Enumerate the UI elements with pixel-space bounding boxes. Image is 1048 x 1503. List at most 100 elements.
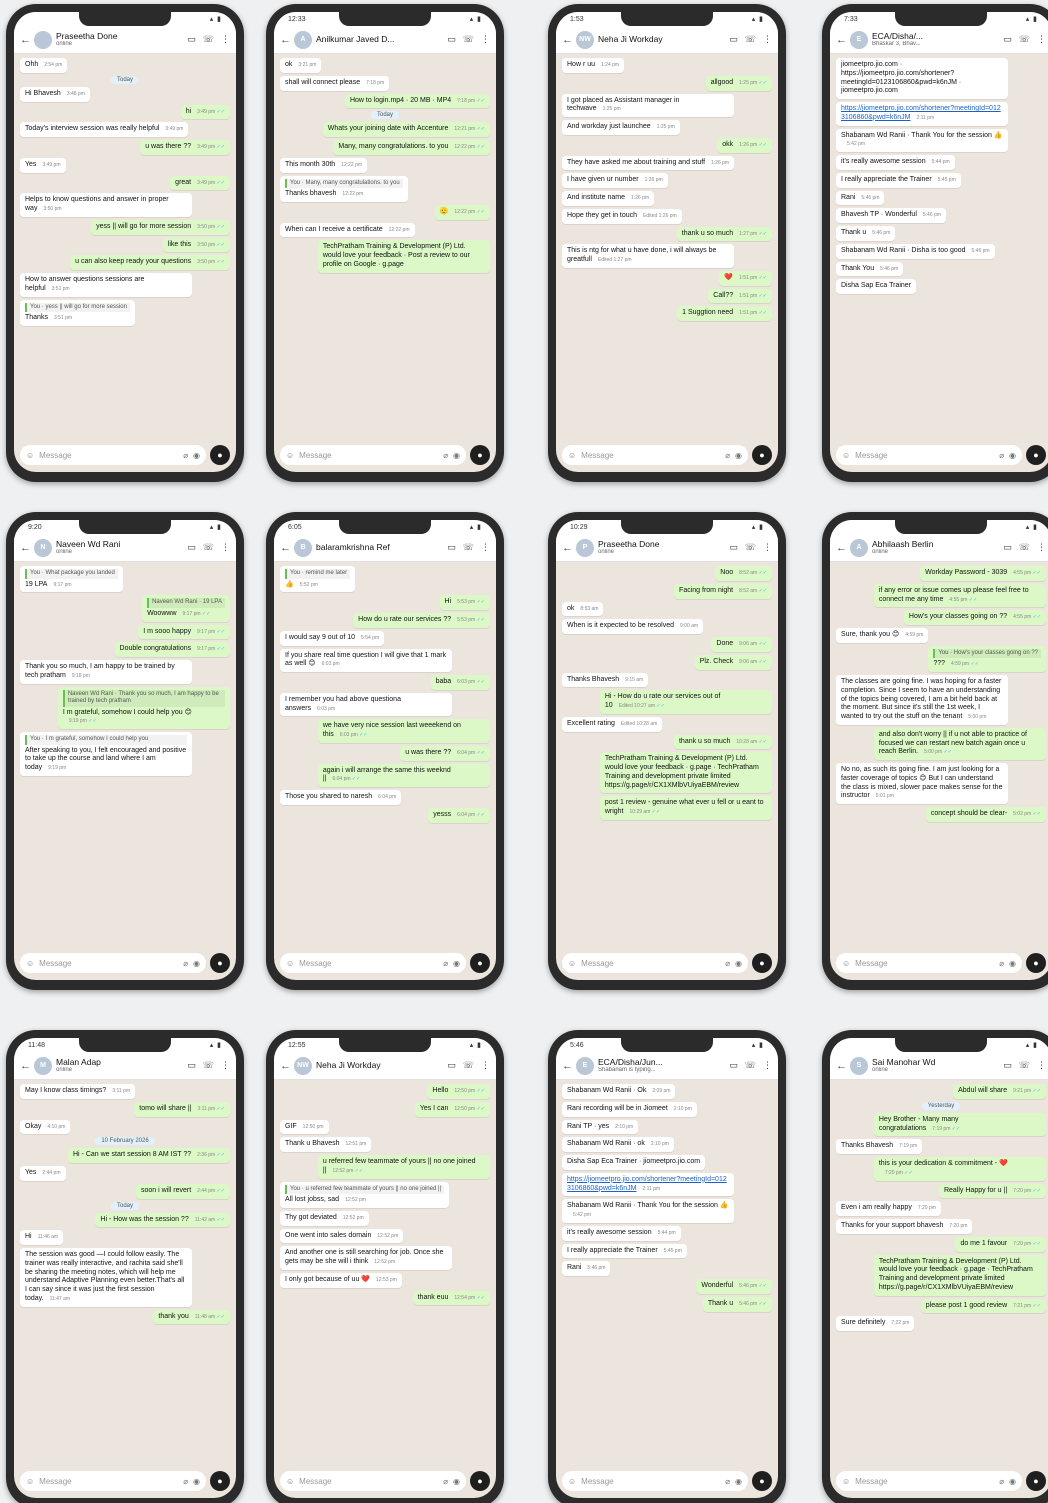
outgoing-message[interactable]: How do u rate our services ?? 5:53 pm bbox=[353, 613, 490, 628]
mic-icon[interactable]: ● bbox=[470, 445, 490, 465]
attach-icon[interactable]: ⌀ bbox=[999, 1477, 1004, 1486]
camera-icon[interactable]: ◉ bbox=[193, 959, 200, 968]
outgoing-message[interactable]: Hi - How was the session ?? 11:42 am bbox=[95, 1212, 230, 1228]
emoji-icon[interactable]: ☺ bbox=[842, 451, 850, 460]
back-arrow-icon[interactable]: ← bbox=[280, 34, 291, 46]
quoted-reply[interactable]: You · I m grateful, somehow I could help… bbox=[25, 735, 188, 745]
contact-info[interactable]: Neha Ji Workday bbox=[316, 1061, 443, 1070]
mic-icon[interactable]: ● bbox=[1026, 1471, 1046, 1491]
attach-icon[interactable]: ⌀ bbox=[725, 1477, 730, 1486]
quoted-reply[interactable]: You · u referred few teammate of yours |… bbox=[285, 1184, 445, 1194]
incoming-message[interactable]: jiomeetpro.jio.com · https://jiomeetpro.… bbox=[836, 58, 1009, 99]
incoming-message[interactable]: And institute name 1:26 pm bbox=[562, 191, 655, 206]
back-arrow-icon[interactable]: ← bbox=[20, 1060, 31, 1072]
outgoing-message[interactable]: u referred few teammate of yours || no o… bbox=[317, 1155, 490, 1179]
back-arrow-icon[interactable]: ← bbox=[280, 542, 291, 554]
phone-call-icon[interactable]: ☏ bbox=[745, 34, 756, 45]
avatar[interactable] bbox=[34, 30, 52, 49]
mic-icon[interactable]: ● bbox=[1026, 445, 1046, 465]
avatar[interactable]: B bbox=[294, 538, 312, 557]
outgoing-message[interactable]: yess || will go for more session 3:50 pm bbox=[91, 219, 230, 235]
incoming-message[interactable]: Thanks Bhavesh 9:15 am bbox=[562, 672, 649, 688]
phone-call-icon[interactable]: ☏ bbox=[1019, 1060, 1030, 1071]
incoming-message[interactable]: https://jiomeetpro.jio.com/shortener?mee… bbox=[562, 1172, 735, 1197]
incoming-message[interactable]: Thank u 5:46 pm bbox=[836, 226, 896, 241]
incoming-message[interactable]: Yes 3:49 pm bbox=[20, 157, 66, 173]
camera-icon[interactable]: ◉ bbox=[453, 1477, 460, 1486]
outgoing-message[interactable]: Double congratulations 9:17 pm bbox=[114, 642, 230, 657]
video-call-icon[interactable]: ▭ bbox=[447, 34, 456, 45]
incoming-message[interactable]: it's really awesome session 5:44 pm bbox=[562, 1225, 681, 1241]
attach-icon[interactable]: ⌀ bbox=[183, 1477, 188, 1486]
mic-icon[interactable]: ● bbox=[210, 953, 230, 973]
avatar[interactable]: P bbox=[576, 538, 594, 557]
outgoing-message[interactable]: like this 3:50 pm bbox=[162, 237, 230, 253]
outgoing-message[interactable]: Naveen Wd Rani · 19 LPA Woowww 9:17 pm bbox=[142, 595, 230, 622]
mic-icon[interactable]: ● bbox=[210, 445, 230, 465]
outgoing-message[interactable]: concept should be clear- 5:02 pm bbox=[925, 807, 1046, 822]
incoming-message[interactable]: ok 3:21 pm bbox=[280, 58, 322, 73]
camera-icon[interactable]: ◉ bbox=[453, 451, 460, 460]
outgoing-message[interactable]: do me 1 favour 7:20 pm bbox=[955, 1236, 1046, 1252]
camera-icon[interactable]: ◉ bbox=[735, 959, 742, 968]
video-call-icon[interactable]: ▭ bbox=[729, 1060, 738, 1071]
more-options-icon[interactable]: ⋮ bbox=[763, 1060, 772, 1071]
back-arrow-icon[interactable]: ← bbox=[562, 34, 573, 46]
incoming-message[interactable]: You · Many, many congratulations. to you… bbox=[280, 175, 408, 202]
mic-icon[interactable]: ● bbox=[1026, 953, 1046, 973]
incoming-message[interactable]: Bhavesh TP · Wonderful 5:46 pm bbox=[836, 208, 946, 223]
outgoing-message[interactable]: allgood 1:25 pm bbox=[705, 75, 772, 91]
avatar[interactable]: E bbox=[576, 1056, 594, 1075]
outgoing-message[interactable]: Hey Brother - Many many congratulations 7… bbox=[873, 1112, 1046, 1137]
more-options-icon[interactable]: ⋮ bbox=[481, 1060, 490, 1071]
contact-info[interactable]: Abhilaash Berlin online bbox=[872, 540, 999, 555]
more-options-icon[interactable]: ⋮ bbox=[763, 34, 772, 45]
video-call-icon[interactable]: ▭ bbox=[187, 34, 196, 45]
outgoing-message[interactable]: Wonderful 5:46 pm bbox=[696, 1279, 772, 1294]
outgoing-message[interactable]: Hi 5:53 pm bbox=[439, 595, 490, 610]
outgoing-message[interactable]: Naveen Wd Rani · Thank you so much, I am… bbox=[57, 686, 230, 729]
emoji-icon[interactable]: ☺ bbox=[568, 959, 576, 968]
incoming-message[interactable]: Those you shared to naresh 6:04 pm bbox=[280, 790, 402, 805]
incoming-message[interactable]: When can I receive a certificate 12:22 pm bbox=[280, 222, 415, 238]
mic-icon[interactable]: ● bbox=[752, 1471, 772, 1491]
message-input[interactable]: ☺ Message ⌀ ◉ bbox=[20, 445, 206, 465]
phone-call-icon[interactable]: ☏ bbox=[745, 542, 756, 553]
mic-icon[interactable]: ● bbox=[752, 953, 772, 973]
camera-icon[interactable]: ◉ bbox=[1009, 1477, 1016, 1486]
camera-icon[interactable]: ◉ bbox=[1009, 451, 1016, 460]
outgoing-message[interactable]: okk 1:26 pm bbox=[717, 137, 772, 153]
camera-icon[interactable]: ◉ bbox=[1009, 959, 1016, 968]
contact-info[interactable]: Praseetha Done online bbox=[56, 32, 183, 47]
emoji-icon[interactable]: ☺ bbox=[568, 451, 576, 460]
back-arrow-icon[interactable]: ← bbox=[836, 1060, 847, 1072]
emoji-icon[interactable]: ☺ bbox=[26, 1477, 34, 1486]
incoming-message[interactable]: Sure, thank you 😊 4:59 pm bbox=[836, 628, 929, 643]
back-arrow-icon[interactable]: ← bbox=[20, 542, 31, 554]
quoted-reply[interactable]: You · Many, many congratulations. to you bbox=[285, 178, 403, 188]
outgoing-message[interactable]: You · How's your classes going on ????? 4… bbox=[928, 645, 1046, 672]
avatar[interactable]: NW bbox=[294, 1056, 312, 1075]
outgoing-message[interactable]: and also don't worry || if u not able to… bbox=[873, 727, 1046, 760]
incoming-message[interactable]: You · remind me later 👍 5:52 pm bbox=[280, 566, 356, 593]
incoming-message[interactable]: May I know class timings? 3:11 pm bbox=[20, 1084, 136, 1099]
quoted-reply[interactable]: Naveen Wd Rani · Thank you so much, I am… bbox=[62, 689, 225, 707]
attach-icon[interactable]: ⌀ bbox=[443, 959, 448, 968]
quoted-reply[interactable]: You · remind me later bbox=[285, 569, 351, 579]
incoming-message[interactable]: Excellent rating Edited 10:28 am bbox=[562, 716, 663, 732]
back-arrow-icon[interactable]: ← bbox=[836, 34, 847, 46]
avatar[interactable]: M bbox=[34, 1056, 52, 1075]
incoming-message[interactable]: ok 8:53 am bbox=[562, 601, 604, 617]
outgoing-message[interactable]: tomo will share || 3:11 pm bbox=[134, 1101, 230, 1117]
incoming-message[interactable]: Shabanam Wd Ranii · Ok 2:09 pm bbox=[562, 1084, 676, 1099]
outgoing-message[interactable]: u was there ?? 3:49 pm bbox=[140, 140, 230, 155]
incoming-message[interactable]: Yes 2:44 pm bbox=[20, 1166, 66, 1181]
outgoing-message[interactable]: Really Happy for u || 7:20 pm bbox=[938, 1183, 1046, 1199]
incoming-message[interactable]: Hi Bhavesh 3:48 pm bbox=[20, 86, 90, 102]
more-options-icon[interactable]: ⋮ bbox=[481, 542, 490, 553]
contact-info[interactable]: Malan Adap online bbox=[56, 1058, 183, 1073]
avatar[interactable]: N bbox=[34, 538, 52, 557]
incoming-message[interactable]: I really appreciate the Trainer 5:45 pm bbox=[562, 1243, 687, 1259]
outgoing-message[interactable]: Hello 12:50 pm bbox=[427, 1084, 490, 1099]
attach-icon[interactable]: ⌀ bbox=[999, 451, 1004, 460]
